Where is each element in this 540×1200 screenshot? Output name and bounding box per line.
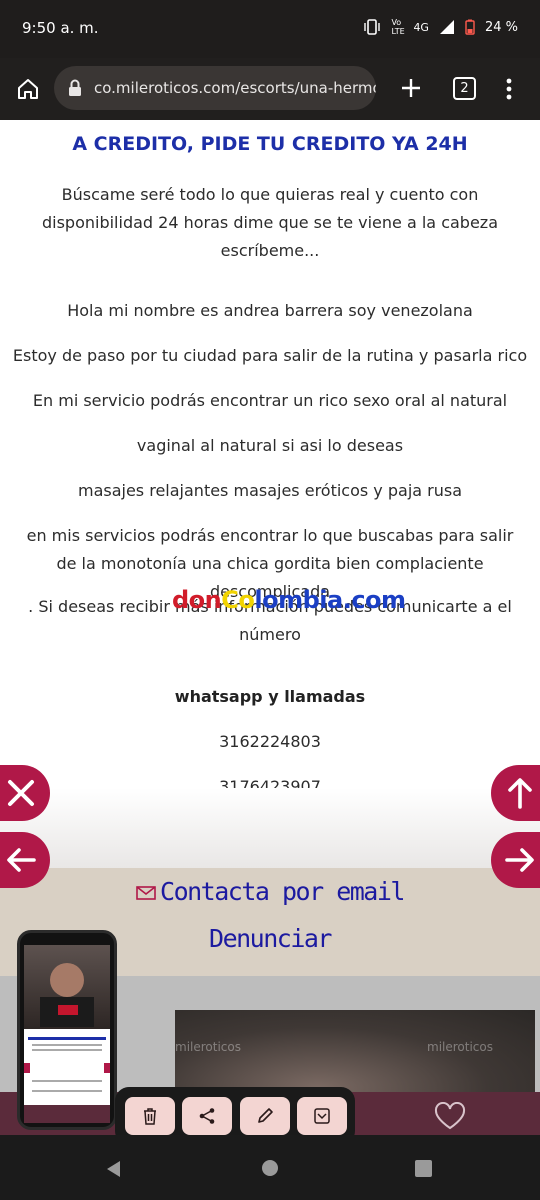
- new-tab-icon[interactable]: [400, 77, 422, 99]
- photo-watermark: mileroticos: [427, 1040, 493, 1054]
- next-button[interactable]: [491, 832, 540, 888]
- vibrate-icon: [364, 19, 381, 35]
- share-icon: [199, 1108, 215, 1124]
- paragraph: En mi servicio podrás encontrar un rico …: [32, 391, 508, 410]
- paragraph: Hola mi nombre es andrea barrera soy ven…: [67, 301, 473, 320]
- tab-count: 2: [460, 81, 469, 96]
- volte-label: Vo LTE: [391, 18, 405, 36]
- system-nav-bar: [0, 1135, 540, 1200]
- arrow-left-icon: [7, 848, 36, 872]
- back-icon[interactable]: [104, 1159, 124, 1179]
- status-time: 9:50 a. m.: [22, 19, 99, 37]
- contact-email-link[interactable]: Contacta por email: [0, 877, 540, 906]
- signal-icon: [439, 20, 454, 34]
- intro-text: Búscame seré todo lo que quieras real y …: [41, 185, 498, 260]
- pencil-icon: [258, 1108, 273, 1123]
- recents-icon[interactable]: [415, 1160, 432, 1177]
- contact-label: whatsapp y llamadas: [174, 687, 366, 706]
- screenshot-preview-image: [24, 945, 110, 1123]
- close-icon: [8, 780, 34, 806]
- status-icons: Vo LTE 4G 24 %: [363, 18, 518, 36]
- scroll-top-button[interactable]: [491, 765, 540, 821]
- section-fade: [0, 788, 540, 868]
- arrow-right-icon: [505, 848, 534, 872]
- browser-toolbar: co.mileroticos.com/escorts/una-hermosa 2: [0, 58, 540, 120]
- battery-level: 24 %: [484, 19, 518, 35]
- tab-switcher-button[interactable]: 2: [453, 77, 476, 100]
- paragraph: Estoy de paso por tu ciudad para salir d…: [12, 346, 528, 365]
- status-bar: 9:50 a. m. Vo LTE 4G 24 %: [0, 0, 540, 58]
- screenshot-preview[interactable]: [17, 930, 117, 1130]
- scroll-capture-button[interactable]: [297, 1097, 347, 1135]
- battery-icon: [465, 19, 475, 35]
- address-bar[interactable]: co.mileroticos.com/escorts/una-hermosa: [54, 66, 376, 110]
- trash-icon: [144, 1108, 156, 1125]
- delete-button[interactable]: [125, 1097, 175, 1135]
- page-heading: A CREDITO, PIDE TU CREDITO YA 24H: [72, 133, 468, 155]
- scroll-capture-icon: [314, 1108, 330, 1124]
- more-menu-icon[interactable]: [505, 78, 513, 100]
- url-text: co.mileroticos.com/escorts/una-hermosa: [94, 79, 376, 97]
- lock-icon: [69, 79, 81, 96]
- home-icon[interactable]: [16, 77, 40, 101]
- photo-watermark: mileroticos: [175, 1040, 241, 1054]
- paragraph: masajes relajantes masajes eróticos y pa…: [77, 481, 463, 500]
- envelope-icon: [136, 886, 156, 900]
- home-button-icon[interactable]: [261, 1159, 279, 1177]
- network-label: 4G: [413, 20, 429, 34]
- paragraph: vaginal al natural si asi lo deseas: [136, 436, 404, 455]
- heart-icon[interactable]: [434, 1102, 466, 1130]
- edit-button[interactable]: [240, 1097, 290, 1135]
- arrow-up-icon: [508, 778, 532, 809]
- phone-number[interactable]: 3162224803: [0, 728, 540, 756]
- contact-email-label: Contacta por email: [160, 877, 405, 906]
- watermark-logo: donColombia.com: [172, 586, 406, 614]
- share-button[interactable]: [182, 1097, 232, 1135]
